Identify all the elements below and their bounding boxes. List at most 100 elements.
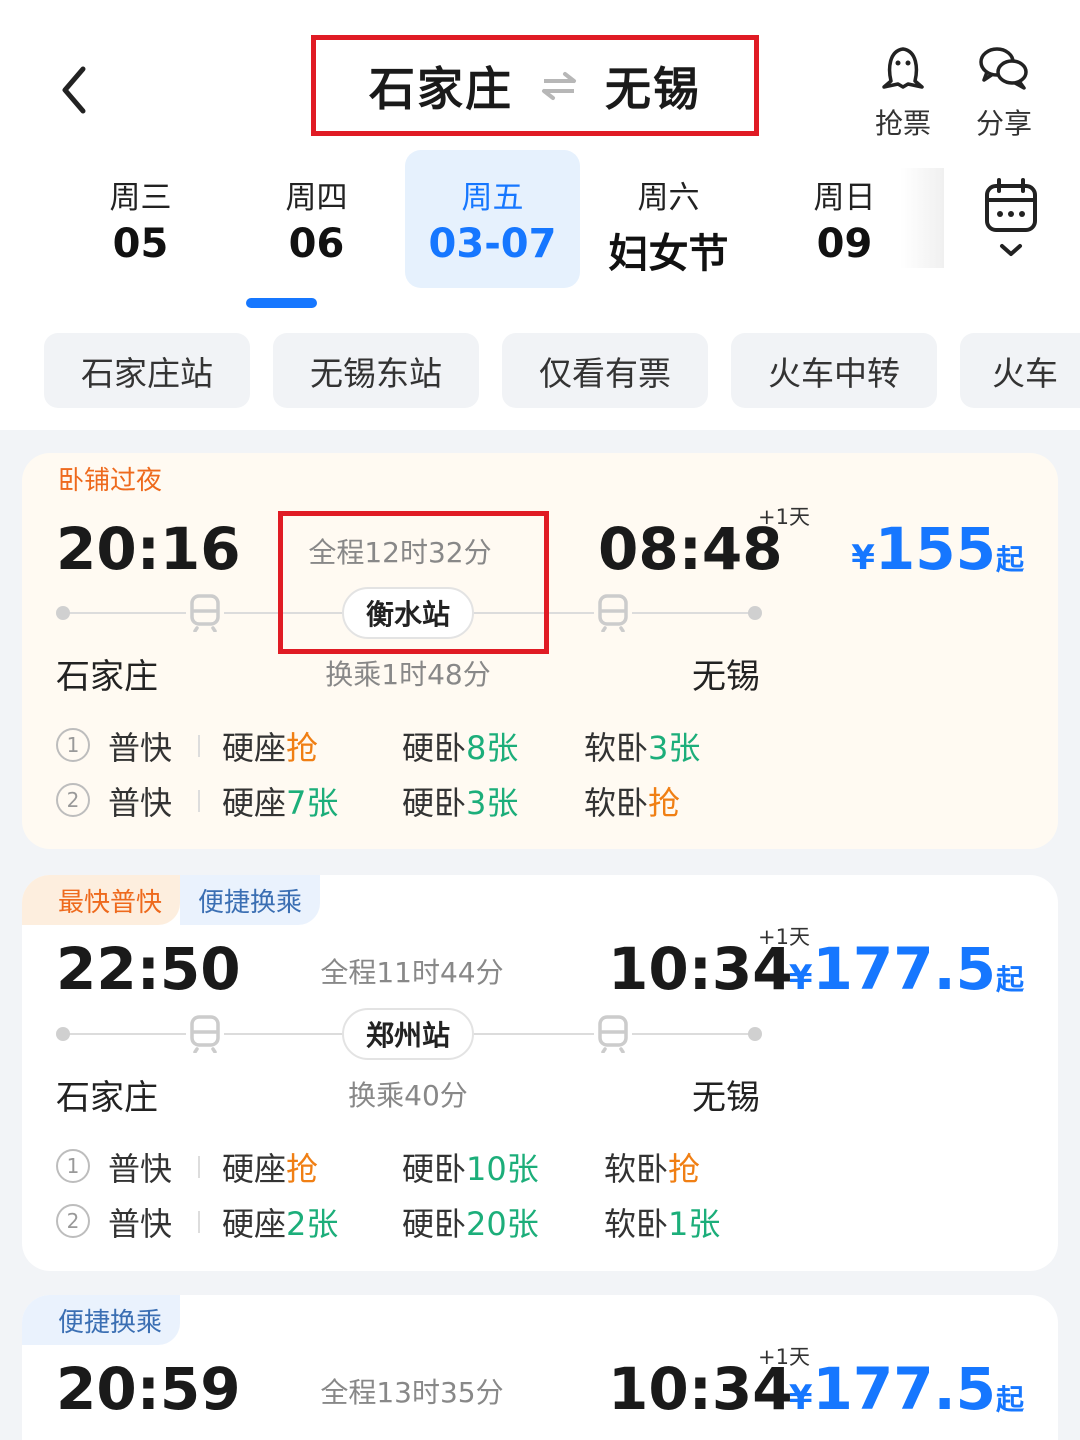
leg-row: 1 普快 硬座抢 硬卧10张 软卧抢 <box>56 1144 1016 1190</box>
card-tags: 便捷换乘 <box>22 1295 181 1345</box>
seat-status: 20张 <box>466 1205 539 1243</box>
date-weekday: 周六 <box>637 180 700 216</box>
seat-name: 硬座 <box>222 1205 287 1243</box>
train-icon <box>186 1014 224 1054</box>
swap-icon[interactable] <box>541 71 577 101</box>
date-weekday: 周五 <box>461 180 524 216</box>
filter-chip[interactable]: 火车 <box>960 333 1080 408</box>
seat-availability: 软卧抢 <box>604 1144 700 1190</box>
seat-status: 2张 <box>286 1205 339 1243</box>
date-weekday: 周三 <box>109 180 172 216</box>
leg-number: 1 <box>56 1149 90 1183</box>
leg-row: 2 普快 硬座2张 硬卧20张 软卧1张 <box>56 1199 1016 1245</box>
total-duration: 全程13时35分 <box>320 1376 504 1409</box>
transfer-station: 郑州站 <box>342 1008 475 1060</box>
route-title[interactable]: 石家庄 无锡 <box>311 35 759 136</box>
chat-share-icon <box>959 40 1049 96</box>
date-tab-3[interactable]: 周六 妇女节 <box>581 150 756 288</box>
seat-availability: 硬座抢 <box>222 723 318 769</box>
result-card[interactable]: 最快普快 便捷换乘 22:50 全程11时44分 10:34 +1天 ¥177.… <box>22 875 1058 1271</box>
card-tags: 最快普快 便捷换乘 <box>22 875 321 925</box>
seat-status: 抢 <box>648 784 681 822</box>
transfer-time: 换乘40分 <box>348 1079 468 1112</box>
calendar-icon <box>985 178 1037 256</box>
annotation-highlight-box <box>278 511 549 654</box>
date-tab-2[interactable]: 周五 03-07 <box>405 150 580 288</box>
route-to: 无锡 <box>605 61 701 116</box>
seat-availability: 软卧3张 <box>584 723 700 769</box>
grab-ticket-label: 抢票 <box>874 107 931 140</box>
card-tags: 卧铺过夜 <box>22 453 180 503</box>
card-tag: 卧铺过夜 <box>58 465 163 496</box>
to-city: 无锡 <box>692 1078 760 1118</box>
filter-chip[interactable]: 石家庄站 <box>44 333 250 408</box>
track-start-dot <box>56 606 70 620</box>
seat-name: 软卧 <box>584 784 649 822</box>
back-button[interactable] <box>44 58 104 122</box>
seat-name: 软卧 <box>604 1150 669 1188</box>
departure-time: 20:59 <box>56 1355 241 1423</box>
seat-availability: 硬座抢 <box>222 1144 318 1190</box>
date-indicator <box>246 298 317 308</box>
seat-availability: 硬卧10张 <box>402 1144 539 1190</box>
from-city: 石家庄 <box>56 1078 158 1118</box>
date-tab-1[interactable]: 周四 06 <box>229 150 404 288</box>
chevron-left-icon <box>62 66 86 114</box>
transfer-time: 换乘1时48分 <box>325 658 491 691</box>
result-card[interactable]: 便捷换乘 20:59 全程13时35分 10:34 +1天 ¥177.5起 <box>22 1295 1058 1440</box>
price-value: 155 <box>874 515 996 583</box>
date-day: 06 <box>288 221 345 267</box>
train-type: 普快 <box>108 1150 173 1188</box>
divider <box>198 790 200 812</box>
card-tag: 最快普快 <box>22 875 181 925</box>
seat-status: 7张 <box>286 784 339 822</box>
price-suffix: 起 <box>995 963 1024 996</box>
seat-name: 软卧 <box>584 729 649 767</box>
leg-number: 2 <box>56 783 90 817</box>
date-weekday: 周四 <box>285 180 348 216</box>
divider <box>198 735 200 757</box>
filter-chip[interactable]: 火车中转 <box>731 333 937 408</box>
seat-name: 硬卧 <box>402 729 467 767</box>
train-icon <box>594 1014 632 1054</box>
arrival-time: 08:48 <box>598 515 783 583</box>
date-tab-0[interactable]: 周三 05 <box>53 150 228 288</box>
seat-status: 8张 <box>466 729 519 767</box>
seat-availability: 硬卧8张 <box>402 723 518 769</box>
seat-availability: 软卧1张 <box>604 1199 720 1245</box>
top-header: 石家庄 无锡 抢票 分享 周三 05 周四 06 周五 03-07 周六 妇女节… <box>0 0 1080 430</box>
share-label: 分享 <box>975 107 1032 140</box>
grab-ticket-button[interactable]: 抢票 <box>858 40 948 142</box>
track-end-dot <box>748 606 762 620</box>
leg-row: 1 普快 硬座抢 硬卧8张 软卧3张 <box>56 723 1016 769</box>
train-icon <box>186 593 224 633</box>
price-suffix: 起 <box>995 543 1024 576</box>
leg-number: 2 <box>56 1204 90 1238</box>
track-start-dot <box>56 1027 70 1041</box>
leg-row: 2 普快 硬座7张 硬卧3张 软卧抢 <box>56 778 1016 824</box>
seat-name: 硬卧 <box>402 1150 467 1188</box>
seat-status: 1张 <box>668 1205 721 1243</box>
price: ¥177.5起 <box>789 935 1024 1003</box>
filter-chip[interactable]: 仅看有票 <box>502 333 708 408</box>
next-day-badge: +1天 <box>758 505 810 529</box>
ghost-icon <box>858 40 948 96</box>
divider <box>198 1211 200 1233</box>
seat-status: 3张 <box>466 784 519 822</box>
train-type: 普快 <box>108 784 173 822</box>
price-currency: ¥ <box>788 958 813 998</box>
seat-status: 抢 <box>286 729 319 767</box>
filter-chips: 石家庄站 无锡东站 仅看有票 火车中转 火车 <box>44 333 1080 408</box>
price-suffix: 起 <box>995 1383 1024 1416</box>
seat-availability: 硬座2张 <box>222 1199 338 1245</box>
share-button[interactable]: 分享 <box>959 40 1049 142</box>
seat-availability: 硬卧20张 <box>402 1199 539 1245</box>
date-day: 妇女节 <box>608 231 729 277</box>
price-value: 177.5 <box>812 1355 996 1423</box>
calendar-button[interactable] <box>980 178 1042 266</box>
price-currency: ¥ <box>851 538 875 578</box>
filter-chip[interactable]: 无锡东站 <box>273 333 479 408</box>
route-from: 石家庄 <box>369 61 513 116</box>
from-city: 石家庄 <box>56 657 158 697</box>
seat-name: 硬座 <box>222 729 287 767</box>
